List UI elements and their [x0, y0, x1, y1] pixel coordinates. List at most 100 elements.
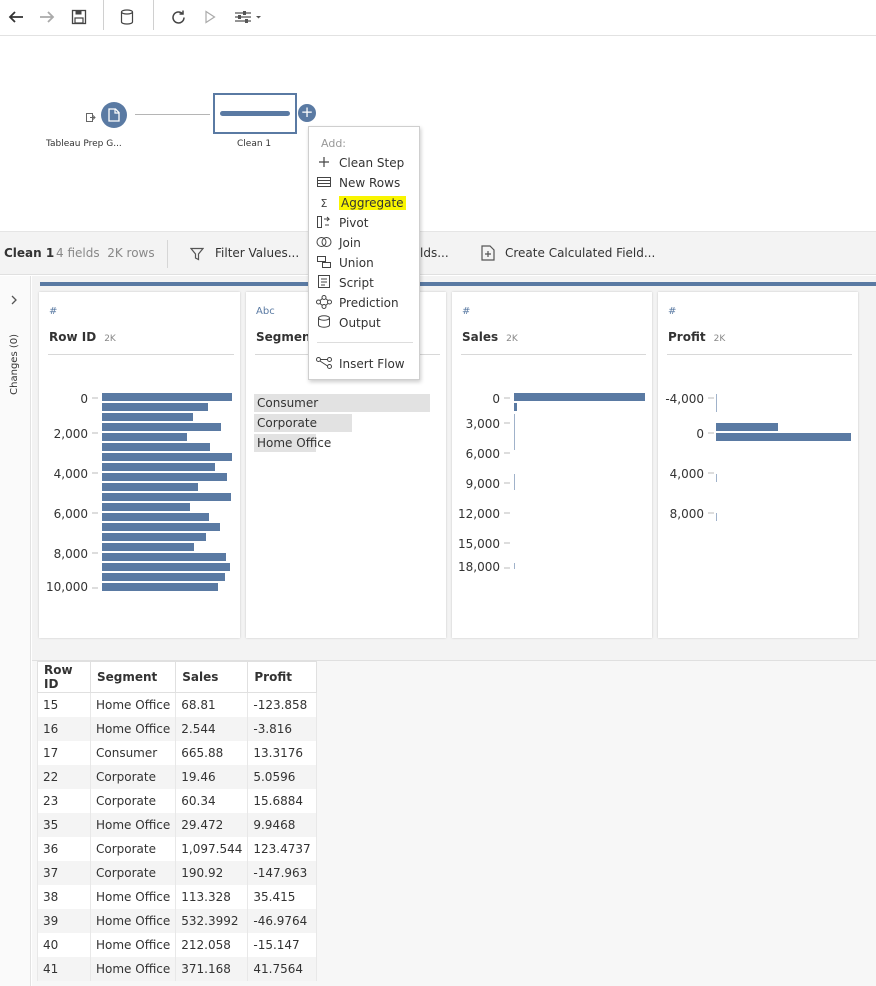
table-cell[interactable]: Corporate — [89, 860, 177, 885]
table-row[interactable]: 36 Corporate 1,097.544 123.4737 — [37, 836, 317, 861]
table-cell[interactable]: 29.472 — [175, 812, 249, 837]
table-cell[interactable]: -46.9764 — [247, 908, 317, 933]
table-row[interactable]: 15 Home Office 68.81 -123.858 — [37, 692, 317, 717]
table-row[interactable]: 22 Corporate 19.46 5.0596 — [37, 764, 317, 789]
table-cell[interactable]: 190.92 — [175, 860, 249, 885]
table-cell[interactable]: 35 — [37, 812, 91, 837]
row-id-histogram[interactable]: 0 2,000 4,000 6,000 8,000 10,000 — [39, 292, 240, 638]
menu-item-join[interactable]: Join — [309, 233, 419, 253]
table-row[interactable]: 39 Home Office 532.3992 -46.9764 — [37, 908, 317, 933]
table-row[interactable]: 23 Corporate 60.34 15.6884 — [37, 788, 317, 813]
table-cell[interactable]: Home Office — [89, 884, 177, 909]
changes-label[interactable]: Changes (0) — [9, 334, 20, 395]
table-row[interactable]: 38 Home Office 113.328 35.415 — [37, 884, 317, 909]
filter-values-button[interactable]: Filter Values... — [215, 246, 299, 260]
save-icon[interactable] — [69, 4, 89, 30]
column-header-segment[interactable]: Segment — [89, 661, 177, 693]
flow-canvas[interactable]: Tableau Prep G... Clean 1 + — [0, 37, 876, 231]
table-cell[interactable]: 123.4737 — [247, 836, 317, 861]
settings-sliders-icon[interactable] — [233, 4, 263, 30]
table-row[interactable]: 35 Home Office 29.472 9.9468 — [37, 812, 317, 837]
table-cell[interactable]: 665.88 — [175, 740, 249, 765]
table-row[interactable]: 17 Consumer 665.88 13.3176 — [37, 740, 317, 765]
clean-node-label[interactable]: Clean 1 — [237, 139, 271, 149]
input-node-label[interactable]: Tableau Prep G... — [46, 139, 122, 149]
input-node[interactable] — [101, 102, 127, 128]
create-calculated-field-button[interactable]: Create Calculated Field... — [505, 246, 655, 260]
table-cell[interactable]: 15.6884 — [247, 788, 317, 813]
expand-chevron-icon[interactable] — [10, 290, 18, 309]
profit-histogram[interactable]: -4,000 0 4,000 8,000 — [658, 292, 858, 638]
menu-item-clean-step[interactable]: Clean Step — [309, 153, 419, 173]
table-cell[interactable]: 212.058 — [175, 932, 249, 957]
table-cell[interactable]: 371.168 — [175, 956, 249, 981]
table-cell[interactable]: 22 — [37, 764, 91, 789]
table-cell[interactable]: -147.963 — [247, 860, 317, 885]
table-cell[interactable]: Corporate — [89, 788, 177, 813]
sales-histogram[interactable]: 0 3,000 6,000 9,000 12,000 15,000 18,000 — [452, 292, 652, 638]
table-cell[interactable]: 38 — [37, 884, 91, 909]
column-header-sales[interactable]: Sales — [175, 661, 249, 693]
table-cell[interactable]: Home Office — [89, 692, 177, 717]
column-header-profit[interactable]: Profit — [247, 661, 317, 693]
menu-item-pivot[interactable]: Pivot — [309, 213, 419, 233]
table-cell[interactable]: 41 — [37, 956, 91, 981]
table-cell[interactable]: 60.34 — [175, 788, 249, 813]
table-cell[interactable]: Home Office — [89, 956, 177, 981]
profile-card-profit[interactable]: # Profit 2K -4,000 0 4,000 8,000 — [658, 292, 858, 638]
menu-item-new-rows[interactable]: New Rows — [309, 173, 419, 193]
column-header-row-id[interactable]: Row ID — [37, 661, 91, 693]
forward-arrow-icon[interactable] — [37, 4, 57, 30]
table-row[interactable]: 41 Home Office 371.168 41.7564 — [37, 956, 317, 981]
table-cell[interactable]: Consumer — [89, 740, 177, 765]
table-cell[interactable]: 41.7564 — [247, 956, 317, 981]
table-row[interactable]: 16 Home Office 2.544 -3.816 — [37, 716, 317, 741]
table-cell[interactable]: Corporate — [89, 836, 177, 861]
refresh-icon[interactable] — [168, 4, 188, 30]
table-cell[interactable]: 36 — [37, 836, 91, 861]
axis-tick: 2,000 — [54, 427, 88, 441]
table-cell[interactable]: 13.3176 — [247, 740, 317, 765]
table-cell[interactable]: Home Office — [89, 716, 177, 741]
table-cell[interactable]: -3.816 — [247, 716, 317, 741]
table-cell[interactable]: 2.544 — [175, 716, 249, 741]
table-cell[interactable]: 37 — [37, 860, 91, 885]
menu-item-prediction[interactable]: Prediction — [309, 293, 419, 313]
menu-item-union[interactable]: Union — [309, 253, 419, 273]
table-cell[interactable]: 16 — [37, 716, 91, 741]
table-cell[interactable]: 1,097.544 — [175, 836, 249, 861]
table-row[interactable]: 37 Corporate 190.92 -147.963 — [37, 860, 317, 885]
database-icon[interactable] — [117, 4, 137, 30]
table-cell[interactable]: 39 — [37, 908, 91, 933]
menu-item-aggregate[interactable]: Σ Aggregate — [309, 193, 419, 213]
profile-card-row-id[interactable]: # Row ID 2K 0 2,000 4,000 6,000 8,000 10,… — [39, 292, 240, 638]
menu-item-script[interactable]: Script — [309, 273, 419, 293]
table-cell[interactable]: Corporate — [89, 764, 177, 789]
table-cell[interactable]: 23 — [37, 788, 91, 813]
table-cell[interactable]: 68.81 — [175, 692, 249, 717]
table-cell[interactable]: Home Office — [89, 908, 177, 933]
add-step-plus-icon[interactable]: + — [298, 104, 316, 122]
table-cell[interactable]: -15.147 — [247, 932, 317, 957]
table-cell[interactable]: -123.858 — [247, 692, 317, 717]
table-cell[interactable]: 532.3992 — [175, 908, 249, 933]
back-arrow-icon[interactable] — [6, 4, 26, 30]
table-cell[interactable]: 19.46 — [175, 764, 249, 789]
clean-step-node[interactable] — [213, 93, 297, 134]
menu-item-output[interactable]: Output — [309, 313, 419, 333]
table-cell[interactable]: 35.415 — [247, 884, 317, 909]
table-cell[interactable]: 17 — [37, 740, 91, 765]
table-cell[interactable]: 113.328 — [175, 884, 249, 909]
table-cell[interactable]: 9.9468 — [247, 812, 317, 837]
fields-button[interactable]: lds... — [420, 246, 449, 260]
table-cell[interactable]: 15 — [37, 692, 91, 717]
data-grid[interactable]: Row ID Segment Sales Profit 15 Home Offic… — [37, 661, 317, 981]
table-row[interactable]: 40 Home Office 212.058 -15.147 — [37, 932, 317, 957]
table-cell[interactable]: 40 — [37, 932, 91, 957]
table-cell[interactable]: 5.0596 — [247, 764, 317, 789]
menu-item-insert-flow[interactable]: Insert Flow — [309, 354, 419, 374]
profile-card-sales[interactable]: # Sales 2K 0 3,000 6,000 9,000 12,000 15,… — [452, 292, 652, 638]
run-icon[interactable] — [201, 4, 219, 30]
table-cell[interactable]: Home Office — [89, 932, 177, 957]
table-cell[interactable]: Home Office — [89, 812, 177, 837]
